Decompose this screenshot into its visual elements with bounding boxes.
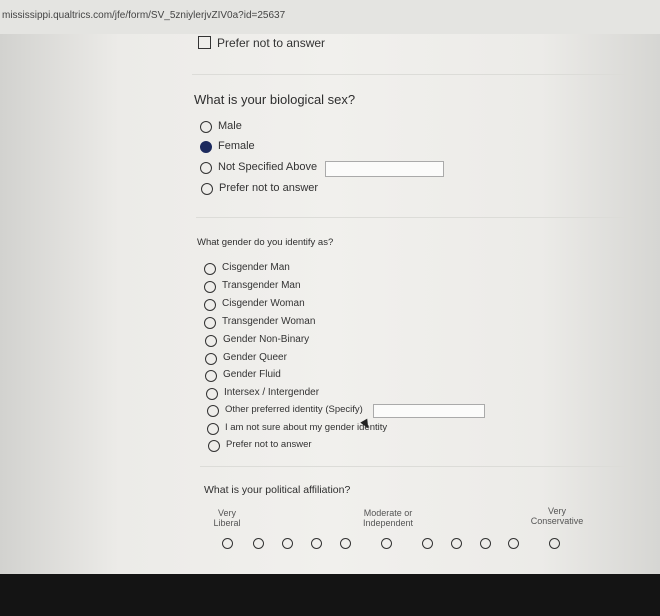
political-scale-radio[interactable] (381, 538, 392, 549)
gender-option-label: Gender Fluid (223, 369, 281, 380)
radio-icon[interactable] (205, 370, 217, 382)
gender-option-label: Transgender Man (222, 280, 301, 291)
gender-option-label: Other preferred identity (Specify) (225, 404, 363, 415)
scale-right-label: Very Conservative (530, 506, 584, 526)
radio-selected-icon[interactable] (200, 141, 212, 153)
gender-option-label: Cisgender Man (222, 262, 290, 273)
question-divider (200, 466, 632, 467)
gender-option-label: Transgender Woman (222, 316, 316, 327)
question-divider (192, 74, 632, 75)
radio-icon[interactable] (205, 335, 217, 347)
gender-option-label: Gender Non-Binary (223, 334, 310, 345)
political-scale-radio[interactable] (480, 538, 491, 549)
question-gender-title: What gender do you identify as? (197, 237, 334, 248)
gender-option-label: Gender Queer (223, 352, 287, 363)
radio-icon[interactable] (201, 183, 213, 195)
radio-icon[interactable] (207, 423, 219, 435)
radio-icon[interactable] (200, 121, 212, 133)
gender-option-label: Intersex / Intergender (224, 387, 320, 398)
url-text[interactable]: mississippi.qualtrics.com/jfe/form/SV_5z… (2, 10, 285, 21)
radio-icon[interactable] (208, 440, 220, 452)
sex-option-label: Male (218, 120, 242, 132)
gender-option-label: Prefer not to answer (226, 439, 312, 450)
sex-option-label: Not Specified Above (218, 161, 318, 173)
question-political-title: What is your political affiliation? (204, 484, 351, 496)
scale-middle-label: Moderate or Independent (362, 508, 414, 528)
radio-icon[interactable] (204, 299, 216, 311)
sex-specify-input[interactable] (325, 161, 444, 177)
question-sex-title: What is your biological sex? (194, 92, 356, 107)
checkbox-icon[interactable] (198, 36, 211, 49)
radio-icon[interactable] (204, 263, 216, 275)
monitor-bezel (0, 574, 660, 616)
political-scale-radio[interactable] (422, 538, 433, 549)
political-scale-radio[interactable] (451, 538, 462, 549)
scale-left-label: Very Liberal (213, 508, 241, 528)
political-scale-radio[interactable] (549, 538, 560, 549)
question-divider (196, 217, 632, 218)
radio-icon[interactable] (207, 405, 219, 417)
political-scale-radio[interactable] (222, 538, 233, 549)
political-scale-radio[interactable] (340, 538, 351, 549)
sex-option-label: Prefer not to answer (219, 182, 319, 194)
radio-icon[interactable] (206, 388, 218, 400)
political-scale-radio[interactable] (253, 538, 264, 549)
radio-icon[interactable] (200, 162, 212, 174)
gender-specify-input[interactable] (373, 404, 485, 418)
radio-icon[interactable] (204, 281, 216, 293)
political-scale-radio[interactable] (282, 538, 293, 549)
political-scale-radio[interactable] (508, 538, 519, 549)
gender-option-label: Cisgender Woman (222, 298, 305, 309)
radio-icon[interactable] (204, 317, 216, 329)
radio-icon[interactable] (205, 353, 217, 365)
survey-page: Prefer not to answer What is your biolog… (0, 34, 660, 574)
prev-option-label: Prefer not to answer (217, 36, 326, 50)
sex-option-label: Female (218, 140, 255, 152)
political-scale-radio[interactable] (311, 538, 322, 549)
browser-address-bar[interactable]: mississippi.qualtrics.com/jfe/form/SV_5z… (0, 0, 660, 35)
